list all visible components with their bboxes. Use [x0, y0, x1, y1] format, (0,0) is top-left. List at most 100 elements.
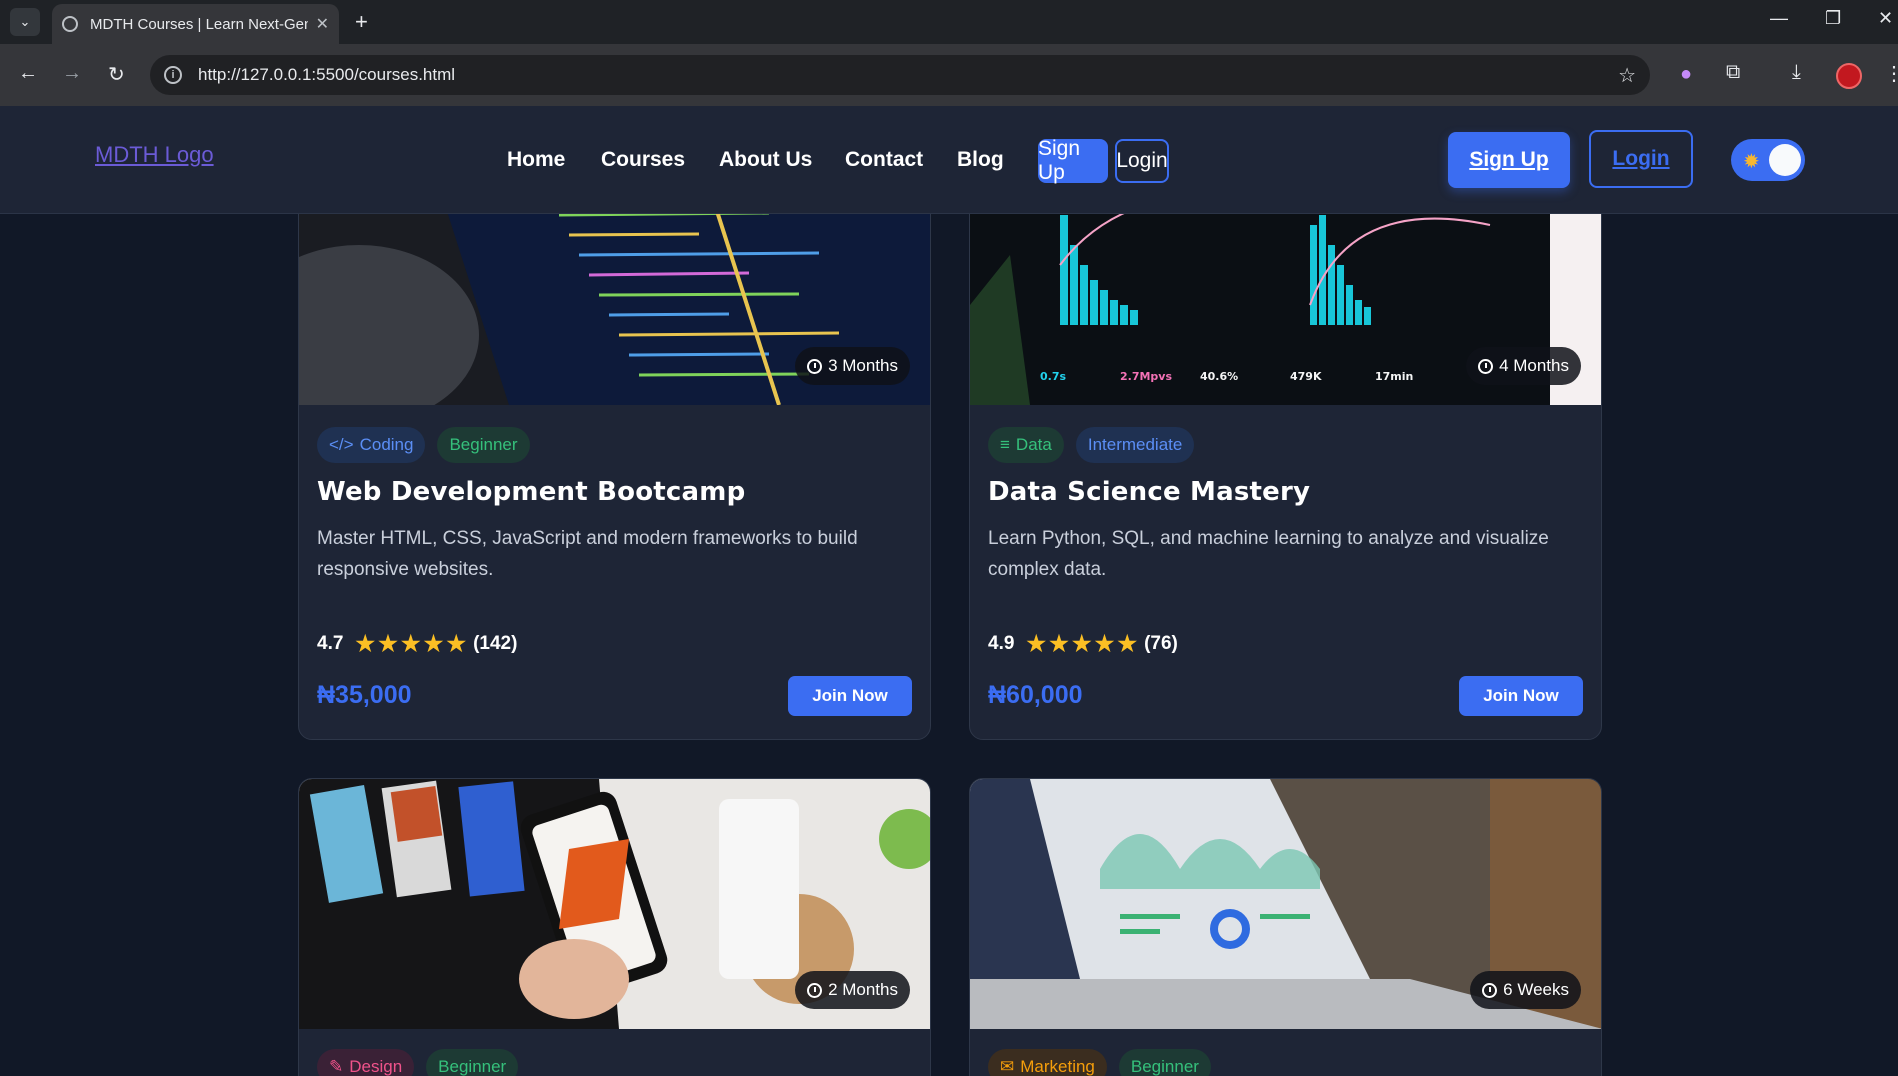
brush-icon: ✎	[329, 1057, 344, 1076]
category-tag: ✎ Design	[317, 1049, 415, 1076]
svg-text:0.7s: 0.7s	[1040, 370, 1066, 383]
bookmark-star-icon[interactable]: ☆	[1618, 63, 1636, 88]
course-card: 6 Weeks ✉ Marketing Beginner	[969, 778, 1602, 1076]
nav-courses[interactable]: Courses	[601, 148, 685, 172]
login-button[interactable]: Login	[1589, 130, 1693, 188]
tag-row: ≡ Data Intermediate	[988, 427, 1195, 463]
clock-icon	[807, 358, 823, 374]
browser-tab[interactable]: MDTH Courses | Learn Next-Gen ✕	[52, 4, 339, 44]
extensions-puzzle-icon[interactable]: ⧉	[1726, 61, 1740, 84]
star-icon: ★	[1071, 631, 1092, 656]
close-tab-icon[interactable]: ✕	[316, 14, 329, 34]
toggle-knob	[1769, 144, 1801, 176]
nav-login-button[interactable]: Login	[1115, 139, 1169, 183]
category-tag: ✉ Marketing	[988, 1049, 1107, 1076]
course-title: Data Science Mastery	[988, 477, 1311, 507]
extension-drop-icon[interactable]: ●	[1680, 63, 1692, 86]
course-price: ₦60,000	[988, 681, 1083, 709]
course-description: Master HTML, CSS, JavaScript and modern …	[317, 528, 858, 580]
duration-text: 6 Weeks	[1503, 980, 1569, 999]
signup-button[interactable]: Sign Up	[1448, 132, 1570, 188]
svg-text:40.6%: 40.6%	[1200, 370, 1238, 383]
join-now-button[interactable]: Join Now	[788, 676, 912, 716]
nav-about-us[interactable]: About Us	[719, 148, 812, 172]
category-label: Design	[349, 1057, 403, 1076]
review-count: (142)	[473, 633, 518, 654]
theme-toggle[interactable]: ✹	[1731, 139, 1805, 181]
duration-badge: 6 Weeks	[1470, 971, 1581, 1009]
star-icon: ★	[1049, 631, 1069, 656]
level-tag: Beginner	[426, 1049, 519, 1076]
rating-value: 4.9	[988, 633, 1015, 654]
course-price: ₦35,000	[317, 681, 412, 709]
forward-icon[interactable]: →	[62, 62, 82, 85]
duration-badge: 2 Months	[795, 971, 910, 1009]
category-tag: </> Coding	[317, 427, 426, 463]
minimize-icon[interactable]: —	[1770, 8, 1788, 29]
reload-icon[interactable]: ↻	[108, 62, 125, 87]
browser-tab-bar: ⌄ MDTH Courses | Learn Next-Gen ✕ + — ❐ …	[0, 0, 1898, 44]
duration-badge: 4 Months	[1466, 347, 1581, 385]
menu-kebab-icon[interactable]: ⋮	[1884, 61, 1898, 86]
duration-text: 4 Months	[1499, 356, 1569, 375]
course-image-design: 2 Months	[299, 779, 930, 1029]
star-icon: ★	[355, 631, 376, 656]
course-card: 0.7s 2.7Mpvs 40.6% 479K 17min 4 Months ≡…	[969, 154, 1602, 740]
tag-row: </> Coding Beginner	[317, 427, 530, 463]
star-icon: ★	[446, 631, 467, 656]
star-icon: ★	[1094, 631, 1115, 656]
tab-search-button[interactable]: ⌄	[10, 8, 40, 36]
browser-toolbar: ← → ↻ i http://127.0.0.1:5500/courses.ht…	[0, 44, 1898, 106]
download-icon[interactable]: ⤓	[1792, 61, 1801, 84]
course-description: Learn Python, SQL, and machine learning …	[988, 528, 1549, 580]
site-info-icon[interactable]: i	[164, 66, 182, 84]
star-rating: ★ ★ ★ ★ ★	[355, 631, 469, 657]
profile-avatar[interactable]	[1836, 63, 1862, 89]
duration-text: 3 Months	[828, 356, 898, 375]
code-icon: </>	[329, 435, 354, 454]
tag-row: ✉ Marketing Beginner	[988, 1049, 1211, 1076]
globe-icon	[62, 16, 78, 32]
course-card: 3 Months </> Coding Beginner Web Develop…	[298, 154, 931, 740]
svg-text:479K: 479K	[1290, 370, 1322, 383]
tag-row: ✎ Design Beginner	[317, 1049, 519, 1076]
star-icon: ★	[378, 631, 398, 656]
url-text: http://127.0.0.1:5500/courses.html	[198, 65, 456, 84]
clock-icon	[1478, 358, 1494, 374]
category-tag: ≡ Data	[988, 427, 1064, 463]
restore-icon[interactable]: ❐	[1825, 8, 1841, 29]
close-window-icon[interactable]: ✕	[1878, 8, 1893, 29]
address-bar[interactable]: i http://127.0.0.1:5500/courses.html ☆	[150, 55, 1650, 95]
duration-text: 2 Months	[828, 980, 898, 999]
clock-icon	[1482, 982, 1498, 998]
category-label: Marketing	[1020, 1057, 1095, 1076]
nav-home[interactable]: Home	[507, 148, 565, 172]
star-icon: ★	[400, 631, 421, 656]
tab-title: MDTH Courses | Learn Next-Gen	[90, 15, 308, 33]
review-count: (76)	[1144, 633, 1178, 654]
star-icon: ★	[423, 631, 444, 656]
level-tag: Beginner	[1118, 1049, 1211, 1076]
course-card: 2 Months ✎ Design Beginner	[298, 778, 931, 1076]
category-label: Coding	[359, 435, 414, 454]
rating-value: 4.7	[317, 633, 344, 654]
mail-icon: ✉	[1000, 1057, 1015, 1076]
star-icon: ★	[1117, 631, 1138, 656]
svg-text:2.7Mpvs: 2.7Mpvs	[1120, 370, 1172, 383]
site-header: MDTH Logo Home Courses About Us Contact …	[0, 106, 1898, 214]
nav-signup-button[interactable]: Sign Up	[1038, 137, 1108, 184]
back-icon[interactable]: ←	[18, 62, 38, 85]
sun-icon: ✹	[1743, 151, 1760, 173]
nav-contact[interactable]: Contact	[845, 148, 923, 172]
star-icon: ★	[1026, 631, 1047, 656]
site-logo[interactable]: MDTH Logo	[95, 142, 214, 168]
duration-badge: 3 Months	[795, 347, 910, 385]
new-tab-button[interactable]: +	[355, 9, 368, 35]
join-now-button[interactable]: Join Now	[1459, 676, 1583, 716]
course-title: Web Development Bootcamp	[317, 477, 746, 507]
rating-row: 4.9 ★ ★ ★ ★ ★ (76)	[988, 631, 1178, 657]
nav-blog[interactable]: Blog	[957, 148, 1004, 172]
star-rating: ★ ★ ★ ★ ★	[1026, 631, 1140, 657]
category-label: Data	[1015, 435, 1052, 454]
level-tag: Beginner	[437, 427, 530, 463]
